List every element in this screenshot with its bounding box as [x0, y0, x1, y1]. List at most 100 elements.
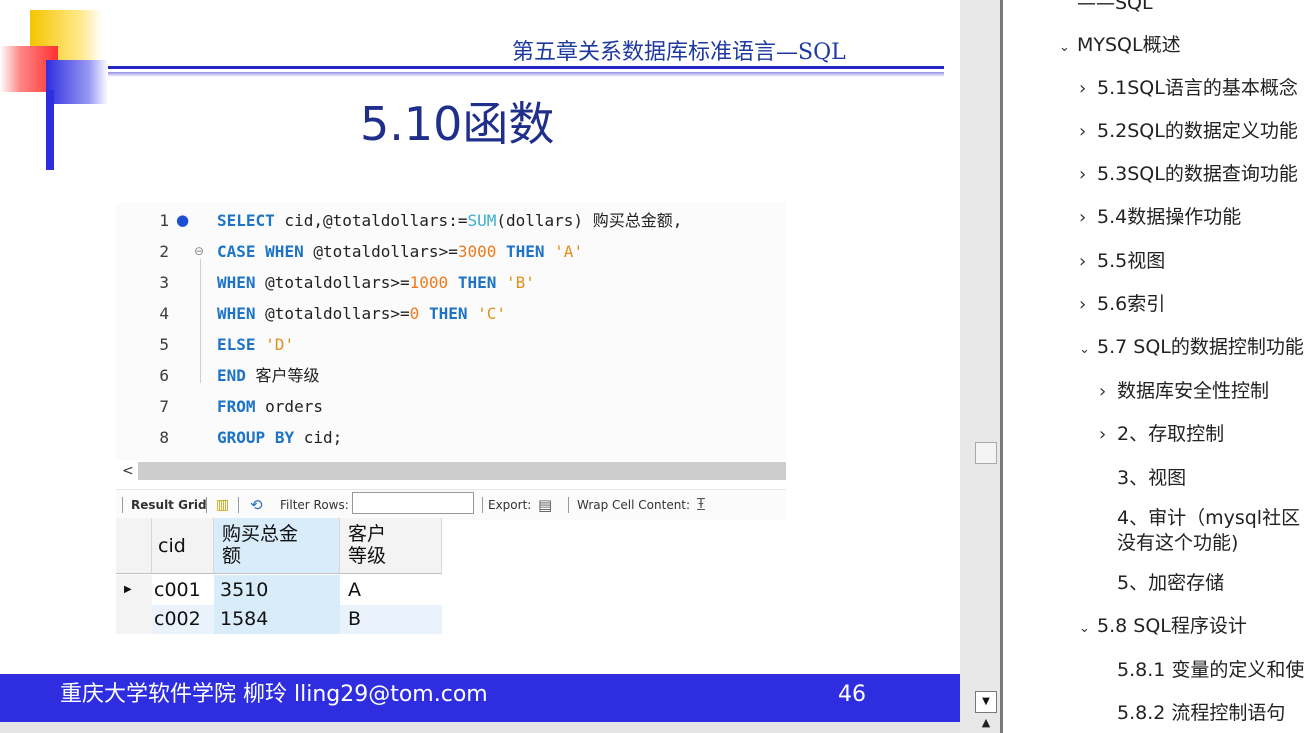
chevron-right-icon[interactable]: ›: [1079, 294, 1097, 315]
result-grid-label[interactable]: Result Grid: [131, 490, 207, 520]
scroll-left-icon[interactable]: <: [122, 460, 134, 482]
line-number: 1: [159, 211, 169, 230]
outline-item-label: 5、加密存储: [1117, 572, 1225, 594]
outline-item[interactable]: ⌄ 5.7 SQL的数据控制功能: [1079, 332, 1304, 359]
code-line: 2 ⊖ CASE WHEN @totaldollars>=3000 THEN '…: [116, 236, 786, 267]
code-text: GROUP BY cid;: [217, 428, 343, 447]
line-number: 5: [159, 335, 169, 354]
table-cell[interactable]: c001: [152, 575, 214, 605]
header-rule: [108, 66, 944, 69]
outline-panel: ——SQL ⌄ MYSQL概述 › 5.1SQL语言的基本概念 › 5.2SQL的数据定义功…: [1003, 0, 1305, 733]
outline-item[interactable]: › 数据库安全性控制: [1099, 376, 1269, 403]
chevron-down-icon[interactable]: ⌄: [1059, 40, 1077, 55]
chevron-right-icon[interactable]: ›: [1079, 207, 1097, 228]
outline-item[interactable]: ——SQL: [1059, 0, 1153, 14]
current-row-marker-icon: ▶: [116, 575, 152, 605]
outline-item[interactable]: › 2、存取控制: [1099, 419, 1224, 446]
outline-item[interactable]: 没有这个功能): [1099, 528, 1238, 555]
slide-title: 5.10函数: [360, 97, 555, 151]
scroll-up-icon[interactable]: ▲: [975, 713, 997, 733]
toolbar-separator: [568, 497, 569, 513]
outline-item-label: 5.7 SQL的数据控制功能: [1097, 336, 1304, 358]
outline-item[interactable]: 5、加密存储: [1099, 568, 1224, 595]
table-cell[interactable]: A: [340, 575, 442, 605]
toolbar-separator: [122, 497, 123, 513]
code-text: SELECT cid,@totaldollars:=SUM(dollars) 购…: [217, 211, 683, 230]
outline-item[interactable]: 4、审计（mysql社区: [1099, 503, 1300, 530]
statement-marker-icon: ●: [176, 211, 190, 229]
code-line: 8 GROUP BY cid;: [116, 422, 786, 453]
outline-item-label: 没有这个功能): [1117, 532, 1239, 554]
chevron-right-icon[interactable]: ›: [1079, 78, 1097, 99]
filter-rows-input[interactable]: [352, 492, 474, 514]
outline-item-label: 5.8 SQL程序设计: [1097, 615, 1247, 637]
export-icon[interactable]: ▤: [538, 490, 552, 520]
table-cell[interactable]: B: [340, 605, 442, 634]
outline-item[interactable]: ⌄ MYSQL概述: [1059, 30, 1181, 57]
chevron-right-icon[interactable]: ›: [1079, 121, 1097, 142]
outline-item[interactable]: › 5.2SQL的数据定义功能: [1079, 116, 1298, 143]
code-text: WHEN @totaldollars>=0 THEN 'C': [217, 304, 507, 323]
footer-author: 重庆大学软件学院 柳玲 lling29@tom.com: [60, 682, 488, 707]
corner-decoration-bar: [46, 90, 54, 170]
code-line: 6 END 客户等级: [116, 360, 786, 391]
fold-collapse-icon[interactable]: ⊖: [194, 236, 204, 267]
outline-item[interactable]: › 5.4数据操作功能: [1079, 202, 1241, 229]
table-cell[interactable]: c002: [152, 605, 214, 634]
code-line: 4 WHEN @totaldollars>=0 THEN 'C': [116, 298, 786, 329]
column-header-cid[interactable]: cid: [152, 518, 214, 574]
code-text: WHEN @totaldollars>=1000 THEN 'B': [217, 273, 535, 292]
outline-item-label: 5.6索引: [1097, 293, 1166, 315]
table-cell[interactable]: 3510: [214, 575, 340, 605]
header-rule-shadow: [108, 72, 944, 77]
outline-item-label: 4、审计（mysql社区: [1117, 507, 1301, 529]
result-grid: cid 购买总金额 客户等级 ▶ c001 3510 A c002 1584 B: [116, 518, 442, 634]
scrollbar-thumb[interactable]: [138, 462, 786, 480]
chevron-down-icon[interactable]: ⌄: [1079, 621, 1097, 636]
code-text: END 客户等级: [217, 366, 320, 385]
code-line: 5 ELSE 'D': [116, 329, 786, 360]
outline-item[interactable]: 3、视图: [1099, 463, 1186, 490]
outline-item[interactable]: ⌄ 5.8 SQL程序设计: [1079, 611, 1247, 638]
outline-item[interactable]: › 5.3SQL的数据查询功能: [1079, 159, 1298, 186]
refresh-icon[interactable]: ⟲: [250, 490, 263, 520]
chevron-right-icon[interactable]: ›: [1099, 381, 1117, 402]
column-header-level[interactable]: 客户等级: [340, 518, 442, 574]
outline-item-label: 5.5视图: [1097, 250, 1166, 272]
outline-item[interactable]: 5.8.1 变量的定义和使: [1099, 655, 1304, 682]
outline-item-label: 3、视图: [1117, 467, 1187, 489]
chevron-right-icon[interactable]: ›: [1079, 251, 1097, 272]
slide-bottom-edge: [0, 722, 960, 733]
code-line: 7 FROM orders: [116, 391, 786, 422]
toolbar-separator: [206, 497, 207, 513]
grid-view-icon[interactable]: ▥: [216, 490, 229, 520]
outline-item[interactable]: 5.8.2 流程控制语句: [1099, 698, 1285, 725]
line-number: 2: [159, 242, 169, 261]
column-header-total[interactable]: 购买总金额: [214, 518, 340, 574]
chevron-right-icon[interactable]: ›: [1079, 164, 1097, 185]
code-text: CASE WHEN @totaldollars>=3000 THEN 'A': [217, 242, 584, 261]
scrollbar-thumb[interactable]: [975, 442, 997, 464]
chapter-title: 第五章关系数据库标准语言—SQL: [512, 40, 846, 65]
outline-item-label: ——SQL: [1077, 0, 1153, 14]
export-label: Export:: [488, 498, 532, 512]
outline-item-label: 5.3SQL的数据查询功能: [1097, 163, 1298, 185]
outline-item-label: 5.2SQL的数据定义功能: [1097, 120, 1298, 142]
outline-item[interactable]: › 5.1SQL语言的基本概念: [1079, 73, 1298, 100]
chevron-right-icon[interactable]: ›: [1099, 424, 1117, 445]
scroll-down-icon[interactable]: ▼: [975, 691, 997, 713]
code-text: ELSE 'D': [217, 335, 295, 354]
horizontal-scrollbar[interactable]: <: [116, 460, 786, 482]
table-cell[interactable]: 1584: [214, 605, 340, 634]
row-header: [116, 605, 152, 634]
page-number: 46: [838, 682, 866, 707]
toolbar-separator: [482, 497, 483, 513]
outline-item[interactable]: › 5.5视图: [1079, 246, 1165, 273]
vertical-scrollbar[interactable]: [960, 0, 1000, 733]
line-number: 7: [159, 397, 169, 416]
toolbar-separator: [238, 497, 239, 513]
outline-item-label: 5.8.2 流程控制语句: [1117, 702, 1286, 724]
chevron-down-icon[interactable]: ⌄: [1079, 342, 1097, 357]
outline-item[interactable]: › 5.6索引: [1079, 289, 1165, 316]
wrap-text-icon[interactable]: Ŧ: [697, 490, 705, 520]
